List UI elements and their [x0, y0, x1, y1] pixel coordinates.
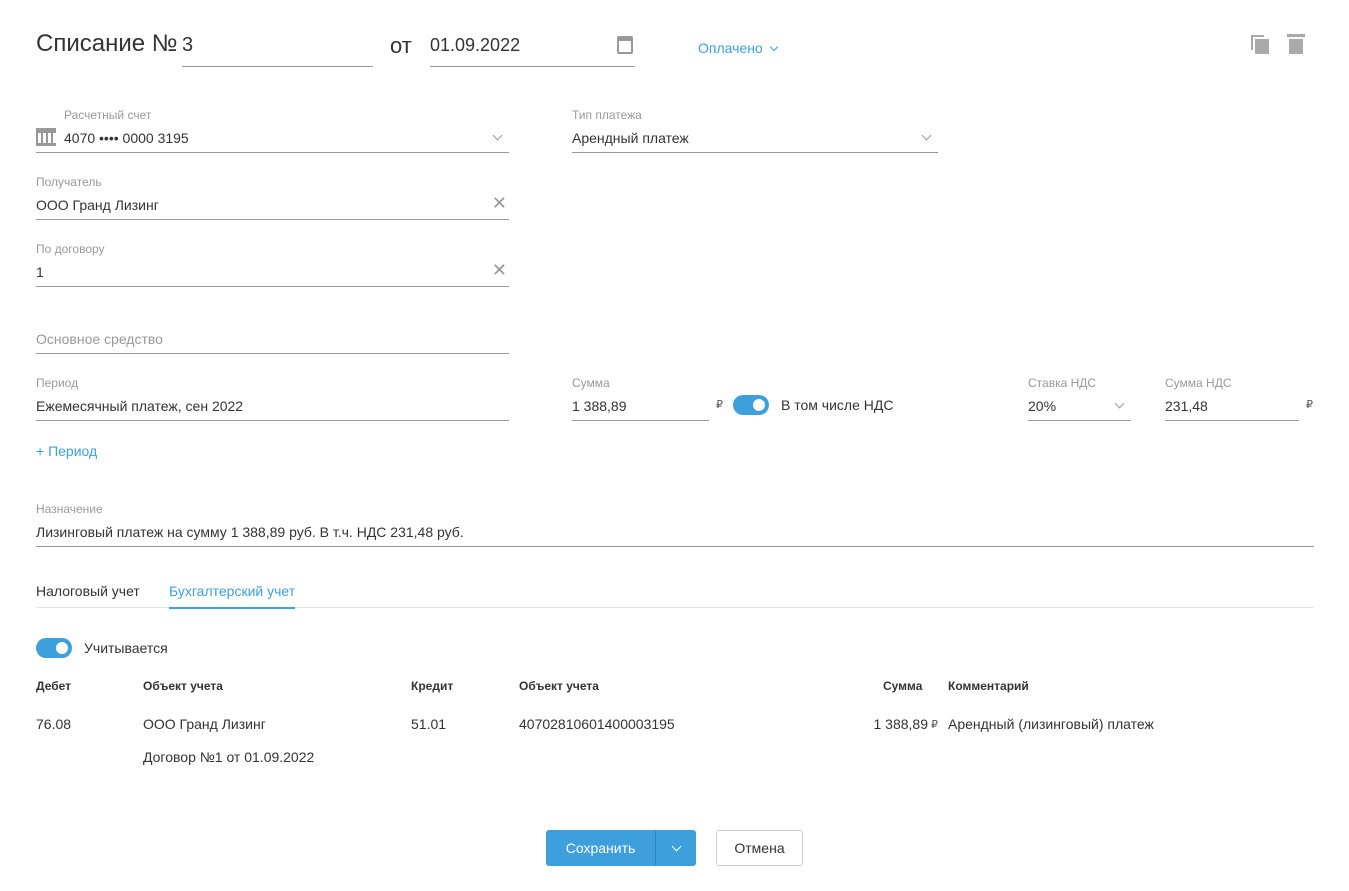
delete-icon[interactable]: [1287, 34, 1305, 55]
chevron-down-icon: [769, 42, 778, 52]
save-options-button[interactable]: [655, 830, 696, 866]
accounted-toggle[interactable]: [36, 638, 72, 658]
account-select[interactable]: Расчетный счет 4070 •••• 0000 3195: [36, 108, 509, 154]
number-input[interactable]: 3: [182, 30, 373, 67]
clear-icon[interactable]: ✕: [492, 193, 507, 214]
page-title: Списание №: [36, 30, 178, 57]
vat-rate-select[interactable]: Ставка НДС 20%: [1028, 376, 1131, 422]
ruble-icon: ₽: [716, 399, 723, 411]
add-period-link[interactable]: + Период: [36, 443, 97, 459]
sum-field[interactable]: Сумма 1 388,89: [572, 376, 709, 422]
col-debit-object: Объект учета: [143, 679, 223, 693]
recipient-field[interactable]: Получатель ООО Гранд Лизинг ✕: [36, 175, 509, 221]
calendar-icon[interactable]: [617, 36, 633, 54]
purpose-field[interactable]: Назначение Лизинговый платеж на сумму 1 3…: [36, 502, 1314, 548]
ruble-icon: ₽: [931, 719, 938, 731]
vat-sum-field[interactable]: Сумма НДС 231,48: [1165, 376, 1299, 422]
copy-icon[interactable]: [1251, 35, 1269, 54]
col-comment: Комментарий: [948, 679, 1029, 693]
col-credit-object: Объект учета: [519, 679, 599, 693]
col-sum: Сумма: [883, 679, 923, 693]
status-dropdown[interactable]: Оплачено: [698, 40, 778, 56]
chevron-down-icon: [1114, 398, 1125, 409]
period-field[interactable]: Период Ежемесячный платеж, сен 2022: [36, 376, 509, 422]
col-debit: Дебет: [36, 679, 72, 693]
clear-icon[interactable]: ✕: [492, 260, 507, 281]
vat-included-label: В том числе НДС: [781, 397, 894, 413]
asset-field[interactable]: Основное средство: [36, 309, 509, 355]
bank-icon: [36, 128, 56, 146]
accounted-label: Учитывается: [84, 640, 168, 656]
from-label: от: [390, 33, 412, 58]
chevron-down-icon: [492, 130, 503, 141]
cancel-button[interactable]: Отмена: [716, 830, 803, 866]
col-credit: Кредит: [411, 679, 454, 693]
tab-tax[interactable]: Налоговый учет: [36, 583, 140, 599]
tab-accounting[interactable]: Бухгалтерский учет: [169, 583, 296, 609]
contract-field[interactable]: По договору 1 ✕: [36, 242, 509, 288]
date-input[interactable]: 01.09.2022: [430, 30, 635, 67]
tabs: Налоговый учет Бухгалтерский учет: [36, 570, 1314, 609]
ruble-icon: ₽: [1306, 399, 1313, 411]
chevron-down-icon: [921, 130, 932, 141]
payment-type-select[interactable]: Тип платежа Арендный платеж: [572, 108, 938, 154]
save-button[interactable]: Сохранить: [546, 830, 655, 866]
vat-included-toggle[interactable]: [733, 395, 769, 415]
chevron-down-icon: [671, 841, 681, 851]
